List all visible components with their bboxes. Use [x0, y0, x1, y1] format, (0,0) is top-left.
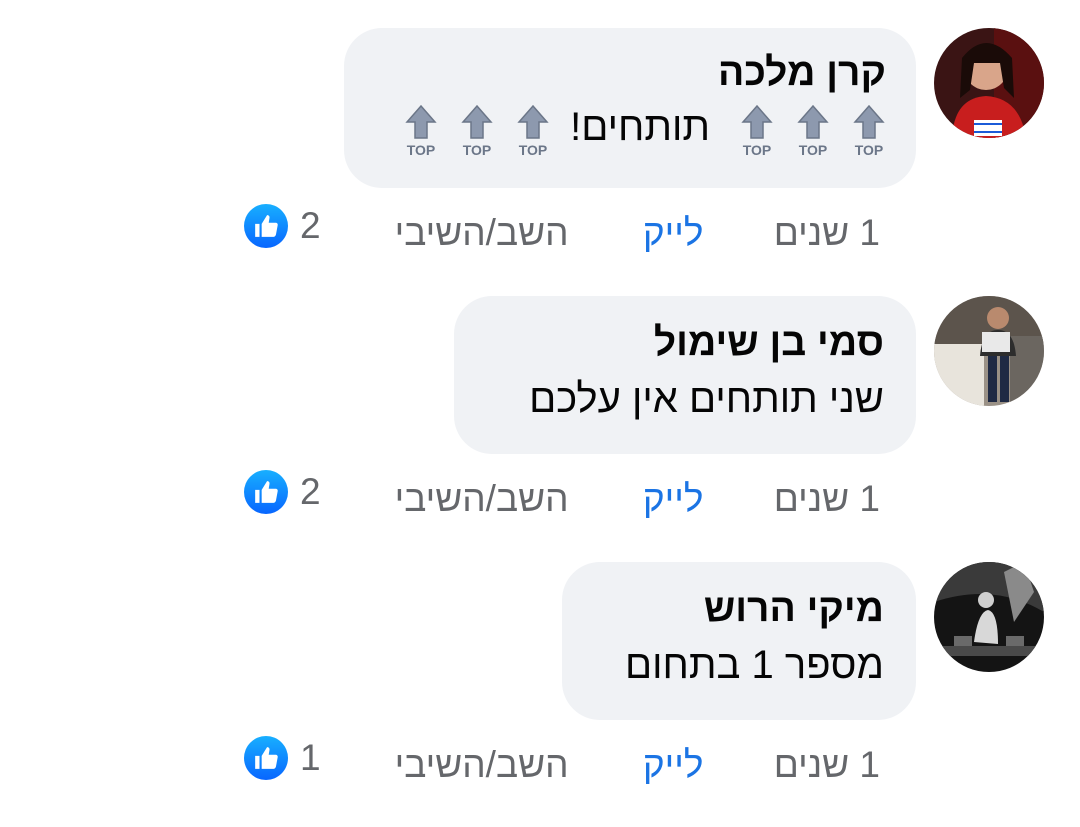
reaction-summary[interactable]: 2: [244, 204, 321, 248]
comment-text-row: TOP TOP TOP תותחים! TOP TOP TOP: [374, 102, 886, 158]
svg-text:TOP: TOP: [855, 142, 884, 158]
comment: מיקי הרוש מספר 1 בתחום 1 שנים לייק השב/ה…: [0, 562, 1080, 792]
svg-text:TOP: TOP: [407, 142, 436, 158]
svg-text:TOP: TOP: [463, 142, 492, 158]
thumbs-up-icon: [244, 204, 288, 248]
comment: קרן מלכה TOP TOP TOP תותחים! TOP TOP TOP…: [0, 28, 1080, 258]
comment-text: תותחים!: [570, 105, 710, 149]
comment-bubble: מיקי הרוש מספר 1 בתחום: [562, 562, 916, 720]
top-arrow-emoji: TOP: [460, 104, 494, 158]
reaction-count: 2: [300, 471, 321, 512]
top-arrow-emoji: TOP: [516, 104, 550, 158]
comment-text: מספר 1 בתחום: [625, 643, 884, 687]
thumbs-up-icon: [244, 470, 288, 514]
avatar[interactable]: [934, 28, 1044, 138]
like-link[interactable]: לייק: [643, 744, 704, 786]
comment-author[interactable]: קרן מלכה: [374, 50, 886, 96]
reaction-summary[interactable]: 1: [244, 736, 321, 780]
reply-link[interactable]: השב/השיבי: [395, 744, 569, 786]
reaction-count: 2: [300, 205, 321, 246]
comment-timestamp[interactable]: 1 שנים: [774, 478, 880, 520]
reaction-summary[interactable]: 2: [244, 470, 321, 514]
comment-text: שני תותחים אין עלכם: [529, 377, 884, 421]
like-link[interactable]: לייק: [643, 212, 704, 254]
svg-text:TOP: TOP: [799, 142, 828, 158]
like-link[interactable]: לייק: [643, 478, 704, 520]
top-arrow-emoji: TOP: [796, 104, 830, 158]
top-arrow-emoji: TOP: [404, 104, 438, 158]
comment-bubble: סמי בן שימול שני תותחים אין עלכם: [454, 296, 916, 454]
comment-actions: 1 שנים לייק השב/השיבי: [395, 212, 880, 254]
comment-author[interactable]: סמי בן שימול: [486, 320, 884, 366]
svg-text:TOP: TOP: [519, 142, 548, 158]
avatar[interactable]: [934, 562, 1044, 672]
comment: סמי בן שימול שני תותחים אין עלכם 1 שנים …: [0, 296, 1080, 526]
reaction-count: 1: [300, 737, 321, 778]
comment-timestamp[interactable]: 1 שנים: [774, 744, 880, 786]
comment-timestamp[interactable]: 1 שנים: [774, 212, 880, 254]
reply-link[interactable]: השב/השיבי: [395, 212, 569, 254]
comment-actions: 1 שנים לייק השב/השיבי: [395, 744, 880, 786]
svg-text:TOP: TOP: [743, 142, 772, 158]
thumbs-up-icon: [244, 736, 288, 780]
avatar[interactable]: [934, 296, 1044, 406]
top-arrow-emoji: TOP: [852, 104, 886, 158]
reply-link[interactable]: השב/השיבי: [395, 478, 569, 520]
comment-actions: 1 שנים לייק השב/השיבי: [395, 478, 880, 520]
comment-bubble: קרן מלכה TOP TOP TOP תותחים! TOP TOP TOP: [344, 28, 916, 188]
top-arrow-emoji: TOP: [740, 104, 774, 158]
comment-author[interactable]: מיקי הרוש: [594, 586, 884, 632]
